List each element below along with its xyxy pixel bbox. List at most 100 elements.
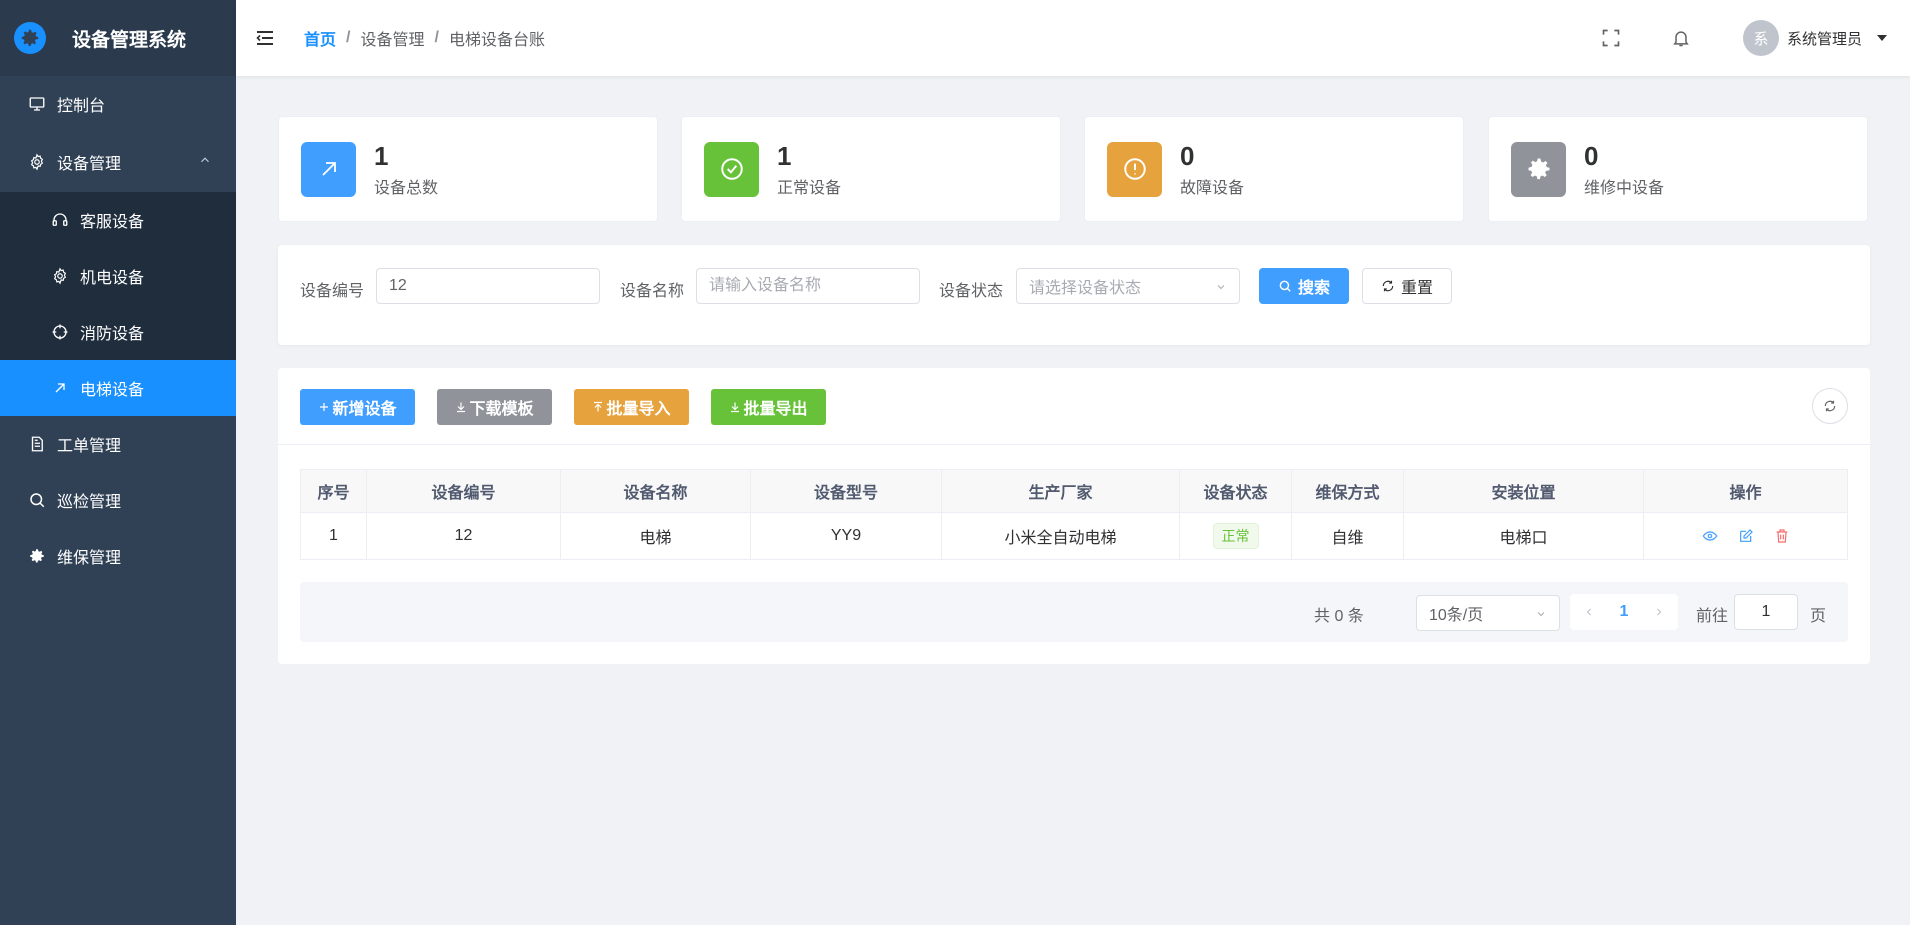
fullscreen-icon[interactable] <box>1599 26 1623 50</box>
download-template-button[interactable]: 下载模板 <box>437 389 552 425</box>
bell-icon[interactable] <box>1669 26 1693 50</box>
stat-card-repairing: 0 维修中设备 <box>1488 116 1868 222</box>
chevron-left-icon[interactable] <box>1583 606 1595 618</box>
gear-icon <box>50 266 70 286</box>
sidebar-menu: 控制台 设备管理 客服设备 机电设备 消防设备 电梯设备 工单管理 巡检管理 维… <box>0 76 236 584</box>
goto-page-input[interactable] <box>1734 594 1798 630</box>
sidebar-item-label: 设备管理 <box>57 156 122 173</box>
batch-export-button[interactable]: 批量导出 <box>711 389 826 425</box>
cell-location: 电梯口 <box>1403 512 1644 560</box>
document-icon <box>27 434 47 454</box>
chevron-up-icon <box>198 153 212 172</box>
reset-button[interactable]: 重置 <box>1362 268 1452 304</box>
reset-button-label: 重置 <box>1400 280 1433 297</box>
stat-value: 0 <box>1180 141 1195 171</box>
download-icon <box>729 401 741 413</box>
sidebar-item-label: 电梯设备 <box>80 382 145 399</box>
caret-down-icon <box>1876 29 1888 47</box>
device-code-label: 设备编号 <box>300 283 365 300</box>
upload-icon <box>592 401 604 413</box>
page-suffix: 页 <box>1810 608 1827 625</box>
chevron-right-icon[interactable] <box>1653 606 1665 618</box>
download-template-label: 下载模板 <box>469 401 534 418</box>
gear-filled-icon <box>1511 141 1566 197</box>
sidebar-item-console[interactable]: 控制台 <box>0 76 236 132</box>
column-header: 生产厂家 <box>941 469 1180 513</box>
view-icon[interactable] <box>1702 528 1718 544</box>
gear-filled-icon <box>27 546 47 566</box>
sidebar-item-electromechanical-devices[interactable]: 机电设备 <box>0 248 236 304</box>
cell-model: YY9 <box>750 512 942 560</box>
breadcrumb-home[interactable]: 首页 <box>304 26 336 50</box>
sidebar-item-maintenance[interactable]: 维保管理 <box>0 528 236 584</box>
breadcrumb-separator: / <box>346 29 351 46</box>
sidebar-item-label: 工单管理 <box>57 438 122 455</box>
cell-name: 电梯 <box>560 512 751 560</box>
check-circle-icon <box>704 141 759 197</box>
device-name-input[interactable] <box>696 268 920 304</box>
sidebar-item-label: 控制台 <box>57 98 106 115</box>
arrow-up-right-icon <box>50 378 70 398</box>
cell-maintenance: 自维 <box>1291 512 1404 560</box>
breadcrumb: 首页 / 设备管理 / 电梯设备台账 <box>304 26 545 50</box>
device-status-select[interactable]: 请选择设备状态 <box>1016 268 1240 304</box>
gear-icon <box>14 22 46 54</box>
delete-icon[interactable] <box>1774 528 1790 544</box>
sidebar-item-elevator-devices[interactable]: 电梯设备 <box>0 360 236 416</box>
search-icon <box>1278 279 1292 293</box>
device-status-label: 设备状态 <box>939 283 1004 300</box>
app-title: 设备管理系统 <box>72 29 187 51</box>
sidebar-item-label: 机电设备 <box>80 270 145 287</box>
breadcrumb-device-management[interactable]: 设备管理 <box>360 26 424 50</box>
table-refresh-button[interactable] <box>1812 388 1848 424</box>
sidebar-item-label: 维保管理 <box>57 550 122 567</box>
sidebar-item-device-management[interactable]: 设备管理 <box>0 132 236 192</box>
sidebar-item-inspection[interactable]: 巡检管理 <box>0 472 236 528</box>
cell-code: 12 <box>366 512 561 560</box>
batch-import-button[interactable]: 批量导入 <box>574 389 689 425</box>
current-page[interactable]: 1 <box>1620 603 1629 621</box>
page-nav: 1 <box>1570 594 1678 630</box>
sidebar-item-label: 消防设备 <box>80 326 145 343</box>
cell-index: 1 <box>300 512 367 560</box>
header-actions: 系 系统管理员 <box>1599 0 1910 76</box>
monitor-icon <box>27 94 47 114</box>
warning-circle-icon <box>1107 141 1162 197</box>
column-header: 安装位置 <box>1403 469 1644 513</box>
avatar: 系 <box>1742 20 1779 56</box>
chevron-down-icon <box>1535 607 1547 625</box>
stat-label: 设备总数 <box>374 180 439 197</box>
device-code-input[interactable] <box>376 268 600 304</box>
search-panel: 设备编号 设备名称 设备状态 请选择设备状态 搜索 重置 <box>278 245 1870 345</box>
column-header: 设备名称 <box>560 469 751 513</box>
column-header: 设备型号 <box>750 469 942 513</box>
crosshair-icon <box>50 322 70 342</box>
search-button[interactable]: 搜索 <box>1259 268 1349 304</box>
sidebar-item-fire-devices[interactable]: 消防设备 <box>0 304 236 360</box>
edit-icon[interactable] <box>1738 528 1754 544</box>
chevron-down-icon <box>1215 280 1227 298</box>
goto-label: 前往 <box>1696 608 1729 625</box>
sidebar-item-service-devices[interactable]: 客服设备 <box>0 192 236 248</box>
arrow-up-right-icon <box>301 141 356 197</box>
stat-label: 故障设备 <box>1180 180 1245 197</box>
cell-actions <box>1643 512 1848 560</box>
table-row: 1 12 电梯 YY9 小米全自动电梯 正常 自维 电梯口 <box>300 512 1848 560</box>
page-size-select[interactable]: 10条/页 <box>1416 595 1560 631</box>
menu-toggle-icon[interactable] <box>256 29 274 47</box>
batch-export-label: 批量导出 <box>743 401 808 418</box>
breadcrumb-current: 电梯设备台账 <box>448 32 545 49</box>
gear-icon <box>27 152 47 172</box>
stat-value: 0 <box>1584 141 1599 171</box>
breadcrumb-separator: / <box>434 29 439 46</box>
stat-card-fault: 0 故障设备 <box>1084 116 1464 222</box>
stat-label: 维修中设备 <box>1584 180 1665 197</box>
user-menu[interactable]: 系 系统管理员 <box>1742 20 1888 56</box>
sidebar-item-work-orders[interactable]: 工单管理 <box>0 416 236 472</box>
add-device-button[interactable]: 新增设备 <box>300 389 415 425</box>
stat-label: 正常设备 <box>777 180 842 197</box>
username: 系统管理员 <box>1786 30 1862 48</box>
device-name-label: 设备名称 <box>620 283 685 300</box>
device-table: 序号 设备编号 设备名称 设备型号 生产厂家 设备状态 维保方式 安装位置 操作… <box>300 469 1848 560</box>
status-badge: 正常 <box>1212 523 1259 549</box>
